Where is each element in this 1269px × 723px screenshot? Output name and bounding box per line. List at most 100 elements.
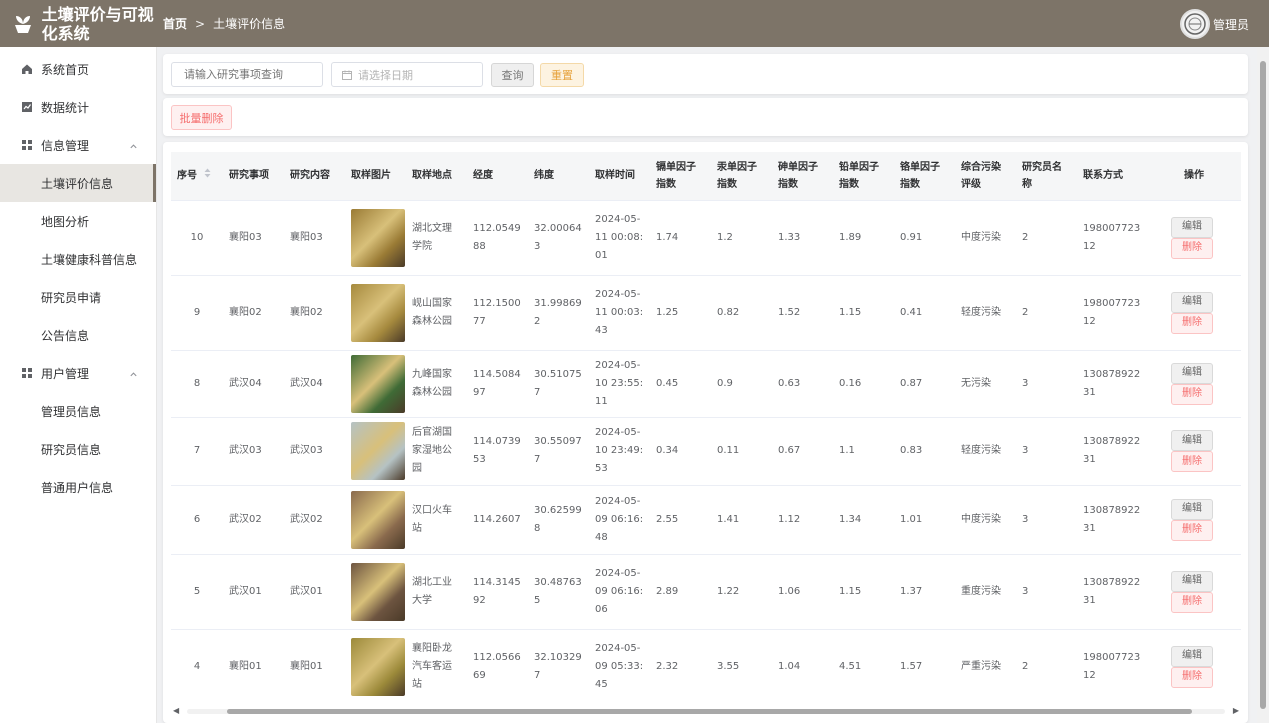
column-header-index[interactable]: 序号 xyxy=(171,152,223,201)
cell-longitude: 114.073953 xyxy=(467,417,528,486)
edit-button[interactable]: 编辑 xyxy=(1171,645,1213,667)
cell-pollution-grade: 中度污染 xyxy=(955,200,1016,276)
cell-longitude: 112.150077 xyxy=(467,275,528,351)
cell-actions: 编辑删除 xyxy=(1147,554,1241,630)
cell-as-index: 0.63 xyxy=(772,350,833,418)
cell-latitude: 32.000643 xyxy=(528,200,589,276)
cell-phone: 13087892231 xyxy=(1077,554,1147,630)
edit-button[interactable]: 编辑 xyxy=(1171,430,1213,451)
column-header-hg-index: 汞单因子指数 xyxy=(711,152,772,201)
scroll-left-icon[interactable]: ◀ xyxy=(173,706,179,715)
scrollbar-thumb[interactable] xyxy=(227,709,1192,714)
query-button[interactable]: 查询 xyxy=(491,63,534,87)
sample-photo[interactable] xyxy=(351,208,405,267)
sidebar-item-statistics[interactable]: 数据统计 xyxy=(0,88,156,126)
sidebar-item-announcements[interactable]: 公告信息 xyxy=(0,316,156,354)
sidebar-group-info-management[interactable]: 信息管理 xyxy=(0,126,156,164)
user-menu[interactable]: 管理员 xyxy=(1179,9,1249,39)
edit-button[interactable]: 编辑 xyxy=(1171,498,1213,520)
sidebar-item-soil-health-science[interactable]: 土壤健康科普信息 xyxy=(0,240,156,278)
edit-button[interactable]: 编辑 xyxy=(1171,216,1213,238)
scroll-right-icon[interactable]: ▶ xyxy=(1233,706,1239,715)
delete-button[interactable]: 删除 xyxy=(1171,312,1213,334)
sample-photo[interactable] xyxy=(351,422,405,480)
cell-pollution-grade: 轻度污染 xyxy=(955,275,1016,351)
cell-actions: 编辑删除 xyxy=(1147,200,1241,276)
sidebar-item-admin-info[interactable]: 管理员信息 xyxy=(0,392,156,430)
cell-index: 6 xyxy=(171,485,223,555)
cell-longitude: 112.054988 xyxy=(467,200,528,276)
edit-button[interactable]: 编辑 xyxy=(1171,570,1213,592)
sample-photo[interactable] xyxy=(351,562,405,621)
sidebar-item-normal-user-info[interactable]: 普通用户信息 xyxy=(0,468,156,506)
cell-content: 襄阳01 xyxy=(284,629,345,705)
cell-cr-index: 0.83 xyxy=(894,417,955,486)
cell-time: 2024-05-10 23:49:53 xyxy=(589,417,650,486)
sample-photo[interactable] xyxy=(351,283,405,342)
sort-icon[interactable] xyxy=(204,167,211,184)
cell-time: 2024-05-10 23:55:11 xyxy=(589,350,650,418)
cell-latitude: 30.487635 xyxy=(528,554,589,630)
horizontal-scrollbar[interactable]: ◀ ▶ xyxy=(171,704,1241,718)
delete-button[interactable]: 删除 xyxy=(1171,383,1213,405)
cell-topic: 武汉02 xyxy=(223,485,284,555)
cell-hg-index: 1.2 xyxy=(711,200,772,276)
vertical-scrollbar[interactable] xyxy=(1257,47,1269,723)
app-title: 土壤评价与可视化系统 xyxy=(41,4,154,43)
cell-hg-index: 3.55 xyxy=(711,629,772,705)
sample-photo[interactable] xyxy=(351,490,405,549)
cell-image xyxy=(345,554,406,630)
delete-button[interactable]: 删除 xyxy=(1171,591,1213,613)
delete-button[interactable]: 删除 xyxy=(1171,519,1213,541)
cell-researcher: 3 xyxy=(1016,417,1077,486)
sample-photo[interactable] xyxy=(351,637,405,696)
delete-button[interactable]: 删除 xyxy=(1171,451,1213,472)
plant-pot-icon xyxy=(10,11,36,37)
delete-button[interactable]: 删除 xyxy=(1171,237,1213,259)
column-header-pollution-grade: 综合污染评级 xyxy=(955,152,1016,201)
cell-content: 武汉03 xyxy=(284,417,345,486)
sidebar-item-researcher-application[interactable]: 研究员申请 xyxy=(0,278,156,316)
scrollbar-thumb[interactable] xyxy=(1260,61,1266,709)
sidebar-item-soil-evaluation[interactable]: 土壤评价信息 xyxy=(0,164,156,202)
table-row: 5 武汉01 武汉01 湖北工业大学 114.314592 30.487635 2024-0… xyxy=(171,554,1241,630)
cell-pollution-grade: 重度污染 xyxy=(955,554,1016,630)
search-input[interactable] xyxy=(171,62,323,87)
batch-delete-button[interactable]: 批量删除 xyxy=(171,105,232,130)
cell-image xyxy=(345,200,406,276)
cell-hg-index: 1.41 xyxy=(711,485,772,555)
main-content: 请选择日期 查询 重置 批量删除 序号 xyxy=(157,47,1257,723)
cell-image xyxy=(345,417,406,486)
cell-index: 7 xyxy=(171,417,223,486)
sidebar-item-home[interactable]: 系统首页 xyxy=(0,50,156,88)
cell-pb-index: 1.1 xyxy=(833,417,894,486)
date-picker[interactable]: 请选择日期 xyxy=(331,62,483,87)
cell-index: 4 xyxy=(171,629,223,705)
cell-latitude: 30.550977 xyxy=(528,417,589,486)
cell-place: 后官湖国家湿地公园 xyxy=(406,417,467,486)
sidebar-item-map-analysis[interactable]: 地图分析 xyxy=(0,202,156,240)
cell-as-index: 1.52 xyxy=(772,275,833,351)
cell-researcher: 3 xyxy=(1016,554,1077,630)
column-header-researcher: 研究员名称 xyxy=(1016,152,1077,201)
cell-cr-index: 0.41 xyxy=(894,275,955,351)
cell-topic: 武汉03 xyxy=(223,417,284,486)
breadcrumb-home[interactable]: 首页 xyxy=(163,15,187,32)
cell-index: 5 xyxy=(171,554,223,630)
top-header: 土壤评价与可视化系统 首页 > 土壤评价信息 管理员 xyxy=(0,0,1269,47)
column-header-cd-index: 镉单因子指数 xyxy=(650,152,711,201)
cell-cr-index: 0.91 xyxy=(894,200,955,276)
sidebar-item-researcher-info[interactable]: 研究员信息 xyxy=(0,430,156,468)
reset-button[interactable]: 重置 xyxy=(540,63,584,87)
table-row: 9 襄阳02 襄阳02 岘山国家森林公园 112.150077 31.998692 2024… xyxy=(171,275,1241,351)
edit-button[interactable]: 编辑 xyxy=(1171,291,1213,313)
sample-photo[interactable] xyxy=(351,354,405,413)
cell-cr-index: 1.57 xyxy=(894,629,955,705)
sidebar-group-user-management[interactable]: 用户管理 xyxy=(0,354,156,392)
delete-button[interactable]: 删除 xyxy=(1171,666,1213,688)
cell-researcher: 3 xyxy=(1016,485,1077,555)
logo-area[interactable]: 土壤评价与可视化系统 xyxy=(0,0,160,47)
edit-button[interactable]: 编辑 xyxy=(1171,362,1213,384)
cell-cd-index: 1.25 xyxy=(650,275,711,351)
cell-hg-index: 0.9 xyxy=(711,350,772,418)
